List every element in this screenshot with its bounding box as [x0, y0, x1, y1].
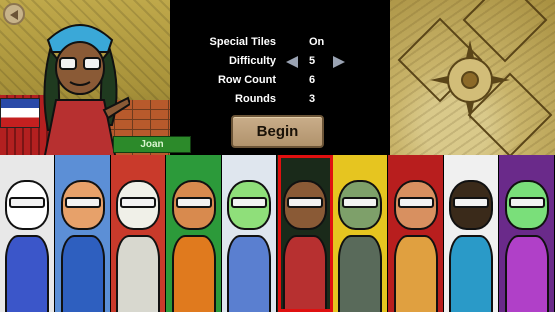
character-portrait-ghost[interactable]	[0, 155, 55, 312]
character-body	[504, 235, 549, 312]
special-tiles-row[interactable]: Special Tiles On	[200, 36, 360, 52]
character-body	[393, 235, 438, 312]
setting-label: Rounds	[235, 93, 276, 105]
character-eyes	[120, 197, 156, 208]
character-portrait-pirate[interactable]	[111, 155, 166, 312]
character-eyes	[9, 197, 45, 208]
setting-label: Row Count	[217, 74, 276, 86]
setting-value: 6	[309, 74, 316, 86]
character-body	[449, 235, 493, 312]
difficulty-row: Difficulty 5	[200, 55, 360, 71]
right-arrow-icon[interactable]	[333, 56, 345, 68]
selected-character-name: Joan	[113, 136, 191, 153]
character-body	[338, 235, 382, 312]
character-body	[5, 235, 49, 312]
character-portrait-hero[interactable]	[166, 155, 222, 312]
character-eyes	[508, 197, 545, 208]
character-eyes	[175, 197, 212, 208]
back-button[interactable]	[3, 3, 25, 25]
character-eyes	[231, 197, 267, 208]
character-portrait-brawler[interactable]	[55, 155, 111, 312]
character-eyes	[397, 197, 434, 208]
character-portrait-ninja[interactable]	[444, 155, 499, 312]
character-portrait-cyborg[interactable]	[222, 155, 277, 312]
character-body	[171, 235, 216, 312]
character-portrait-scientist[interactable]	[388, 155, 444, 312]
character-eyes	[453, 197, 489, 208]
begin-button[interactable]: Begin	[231, 115, 324, 148]
sun-emblem-icon	[430, 40, 510, 120]
left-arrow-icon[interactable]	[286, 56, 298, 68]
character-portrait-robot[interactable]	[333, 155, 388, 312]
setting-value: 5	[309, 55, 316, 67]
setting-value: 3	[309, 93, 316, 105]
character-body	[227, 235, 271, 312]
character-body	[60, 235, 105, 312]
character-eyes	[64, 197, 101, 208]
selection-highlight	[278, 155, 333, 312]
row-count-row[interactable]: Row Count 6	[200, 74, 360, 90]
character-body	[116, 235, 160, 312]
character-eyes	[342, 197, 378, 208]
rounds-row[interactable]: Rounds 3	[200, 93, 360, 109]
character-portrait-alien[interactable]	[499, 155, 555, 312]
setting-label: Special Tiles	[209, 36, 276, 48]
setting-label: Difficulty	[228, 55, 276, 67]
board-artwork-right	[390, 0, 555, 160]
setting-value: On	[309, 36, 325, 48]
